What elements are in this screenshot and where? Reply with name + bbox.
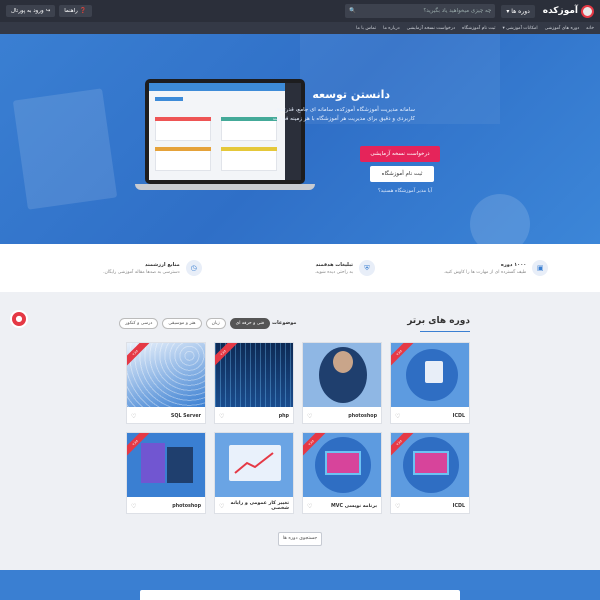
section-underline <box>420 331 470 332</box>
course-thumbnail: ویژه <box>215 343 293 407</box>
course-card[interactable]: photoshop ♡ <box>302 342 382 424</box>
hero-title: دانستن توسعه <box>312 88 390 101</box>
course-thumbnail <box>303 343 381 407</box>
hero-bg-cup <box>470 194 530 244</box>
course-title: SQL Server <box>170 413 201 419</box>
top-bar: آموزکده دوره ها ▾ چه چیزی میخواهید یاد ب… <box>0 0 600 22</box>
chip-school[interactable]: درسی و کنکور <box>119 318 159 329</box>
section-title: دوره های برتر <box>407 316 470 326</box>
laptop-base <box>135 184 315 190</box>
course-card[interactable]: ویژه ICDL ♡ <box>390 342 470 424</box>
footer-panel <box>140 590 460 600</box>
feature-item: ▣ ۱۰۰۰ دوره طیف گسترده ای از مهارت ها را … <box>398 260 549 276</box>
course-title: ICDL <box>452 413 465 419</box>
nav-item-about[interactable]: درباره ما <box>383 26 400 31</box>
feature-item: ◷ منابع ارزشمند دسترسی به صدها مقاله آموز… <box>52 260 202 276</box>
course-title: برنامه نویسی MVC <box>331 503 377 509</box>
courses-dropdown[interactable]: دوره ها ▾ <box>501 4 535 18</box>
course-thumbnail: ویژه <box>127 343 205 407</box>
help-icon: ❓ <box>79 8 87 14</box>
nav-item-contact[interactable]: تماس با ما <box>356 26 376 31</box>
logo-text: آموزکده <box>542 6 578 16</box>
feature-title: منابع ارزشمند <box>144 261 180 268</box>
help-button[interactable]: ❓ راهنما <box>59 5 92 17</box>
main-nav: خانه دوره های آموزشی امکانات آموزشی ▾ ثب… <box>0 22 600 34</box>
feature-subtitle: طیف گسترده ای از مهارت ها را کاوش کنید. <box>443 269 527 275</box>
feature-title: تبلیغات هدفمند <box>315 261 354 268</box>
nav-item-courses[interactable]: دوره های آموزشی <box>545 26 580 31</box>
logo-icon <box>581 4 594 18</box>
feature-subtitle: به راحتی دیده شوید. <box>314 269 354 275</box>
nav-item-trial[interactable]: درخواست نسخه آزمایشی <box>407 26 455 31</box>
course-grid: ویژه ICDL ♡ photoshop ♡ ویژه php ♡ ویژه SQL… <box>126 342 470 514</box>
search-input[interactable]: چه چیزی میخواهید یاد بگیرید؟ 🔍 <box>345 4 496 18</box>
trend-chart-icon <box>234 452 274 474</box>
heart-icon[interactable]: ♡ <box>307 503 312 510</box>
feature-subtitle: دسترسی به صدها مقاله آموزشی رایگان. <box>103 269 180 275</box>
manager-link[interactable]: آیا مدیر آموزشگاه هستید؟ <box>370 188 440 194</box>
course-card[interactable]: ویژه ICDL ♡ <box>390 432 470 514</box>
course-title: تغییر کار عمومی و رایانه شخصی <box>230 501 289 511</box>
footer-section <box>0 570 600 600</box>
heart-icon[interactable]: ♡ <box>131 413 136 420</box>
nav-item-home[interactable]: خانه <box>586 26 594 31</box>
search-placeholder: چه چیزی میخواهید یاد بگیرید؟ <box>423 8 492 14</box>
course-card[interactable]: ویژه photoshop ♡ <box>126 432 206 514</box>
course-title: photoshop <box>348 413 377 419</box>
course-thumbnail: ویژه <box>127 433 205 497</box>
chip-technical[interactable]: فنی و حرفه ای <box>229 318 270 329</box>
topics-label: موضوعات <box>272 320 297 326</box>
login-icon: ↪ <box>45 8 51 14</box>
portal-login-button[interactable]: ↪ ورود به پورتال <box>6 5 56 17</box>
shield-icon: ⛨ <box>359 260 376 276</box>
help-label: راهنما <box>64 8 78 14</box>
course-title: ICDL <box>452 503 465 509</box>
search-icon[interactable]: 🔍 <box>349 8 356 14</box>
course-card[interactable]: ویژه php ♡ <box>214 342 294 424</box>
course-thumbnail: ویژه <box>303 433 381 497</box>
chip-language[interactable]: زبان <box>205 318 226 329</box>
feature-item: ⛨ تبلیغات هدفمند به راحتی دیده شوید. <box>225 260 376 276</box>
course-title: php <box>278 413 289 419</box>
heart-icon[interactable]: ♡ <box>219 503 224 510</box>
topic-chips: فنی و حرفه ای زبان هنر و موسیقی درسی و ک… <box>119 318 270 329</box>
logo[interactable]: آموزکده <box>542 4 594 18</box>
register-school-button[interactable]: ثبت نام آموزشگاه <box>370 166 434 182</box>
feature-title: ۱۰۰۰ دوره <box>500 261 527 268</box>
nav-item-register[interactable]: ثبت نام آموزشگاه <box>462 26 495 31</box>
trial-request-button[interactable]: درخواست نسخه آزمایشی <box>360 146 440 162</box>
course-thumbnail <box>215 433 293 497</box>
course-card[interactable]: ویژه برنامه نویسی MVC ♡ <box>302 432 382 514</box>
search-courses-button[interactable]: جستجوی دوره ها <box>278 532 322 546</box>
heart-icon[interactable]: ♡ <box>395 503 400 510</box>
course-title: photoshop <box>172 503 201 509</box>
location-pin-icon[interactable]: ● <box>10 310 28 328</box>
features-strip: ▣ ۱۰۰۰ دوره طیف گسترده ای از مهارت ها را … <box>0 244 600 292</box>
portal-label: ورود به پورتال <box>11 8 44 14</box>
heart-icon[interactable]: ♡ <box>307 413 312 420</box>
heart-icon[interactable]: ♡ <box>219 413 224 420</box>
heart-icon[interactable]: ♡ <box>131 503 136 510</box>
course-thumbnail: ویژه <box>391 433 469 497</box>
heart-icon[interactable]: ♡ <box>395 413 400 420</box>
hero-section: دانستن توسعه سامانه مدیریت آموزشگاه آموز… <box>0 34 600 244</box>
hero-description: سامانه مدیریت آموزشگاه آموزکده، سامانه ا… <box>272 107 415 122</box>
chip-art-music[interactable]: هنر و موسیقی <box>162 318 202 329</box>
hero-bg-notebook <box>12 88 118 210</box>
course-card[interactable]: تغییر کار عمومی و رایانه شخصی ♡ <box>214 432 294 514</box>
play-icon: ▣ <box>532 260 549 276</box>
nav-item-features[interactable]: امکانات آموزشی ▾ <box>502 26 537 31</box>
top-courses-section: ● دوره های برتر موضوعات فنی و حرفه ای زب… <box>0 292 600 570</box>
clock-icon: ◷ <box>185 260 202 276</box>
course-thumbnail: ویژه <box>391 343 469 407</box>
course-card[interactable]: ویژه SQL Server ♡ <box>126 342 206 424</box>
